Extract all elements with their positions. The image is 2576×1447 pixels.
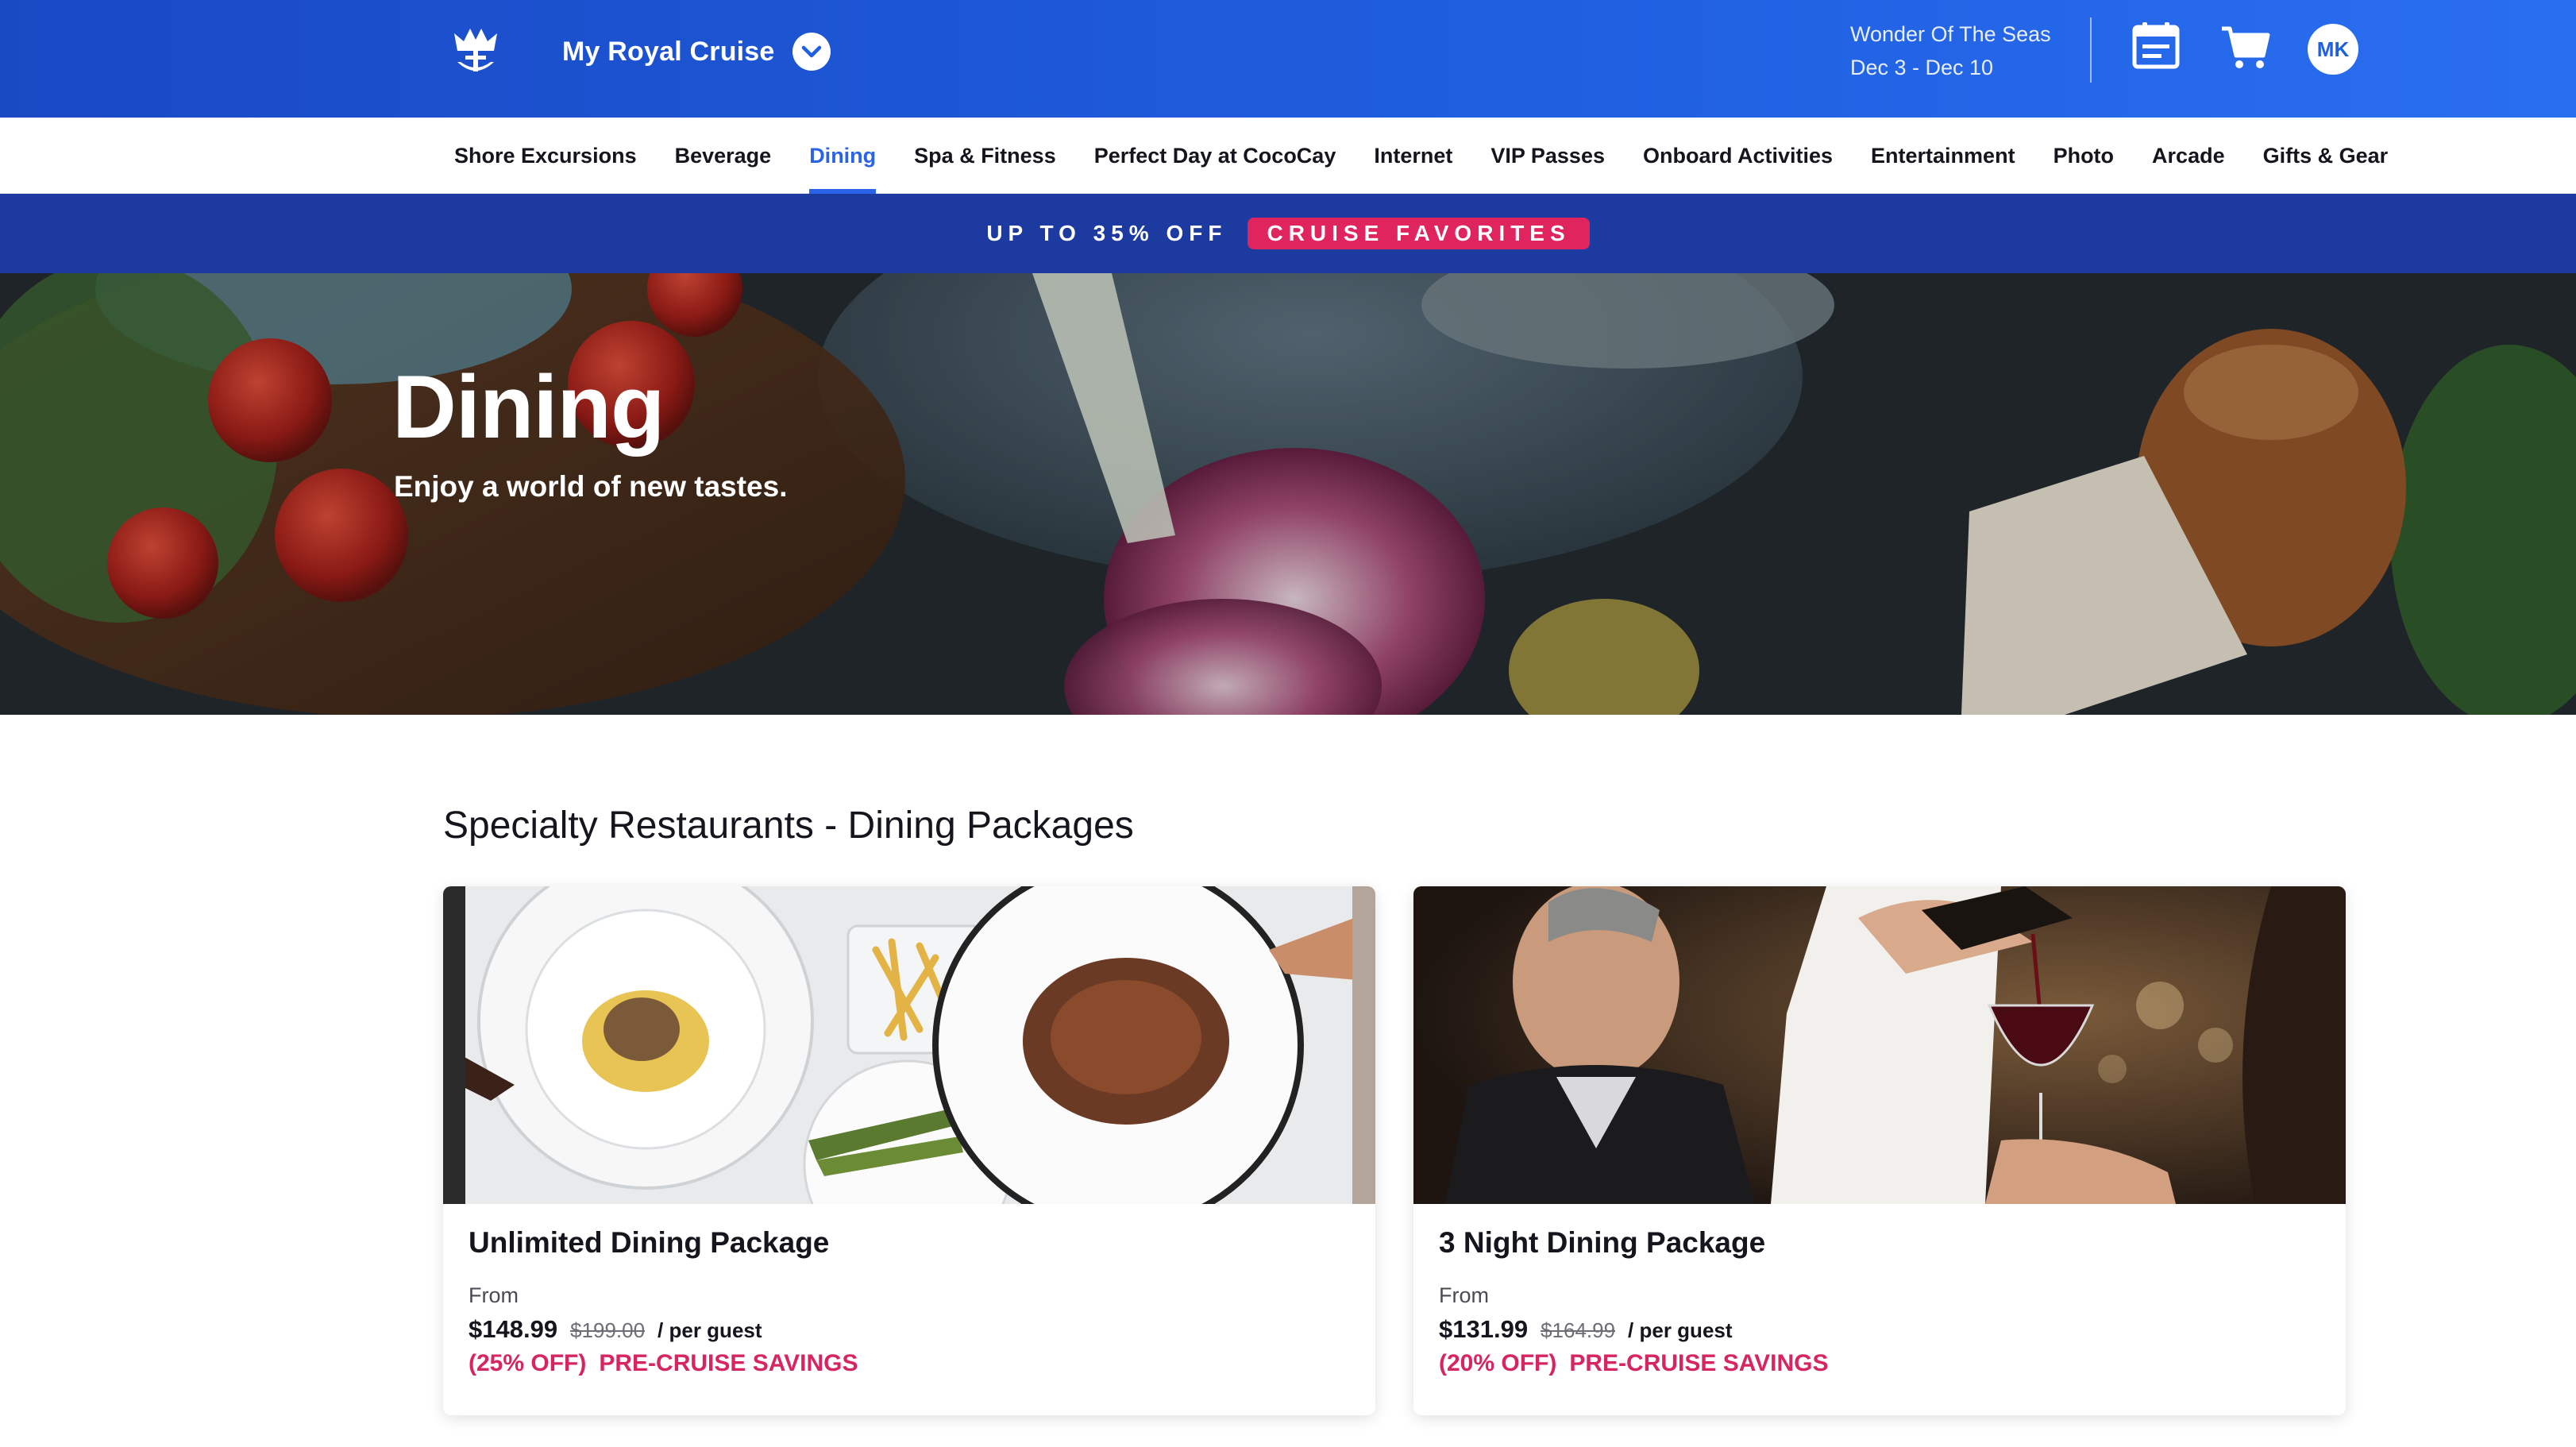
hero-title: Dining <box>392 357 665 457</box>
nav-gifts-gear[interactable]: Gifts & Gear <box>2263 118 2389 194</box>
user-avatar[interactable]: MK <box>2308 24 2358 75</box>
sail-dates: Dec 3 - Dec 10 <box>1850 56 1994 79</box>
cart-icon[interactable] <box>2220 24 2271 71</box>
from-label: From <box>469 1283 519 1307</box>
per-guest-label: / per guest <box>1628 1318 1733 1342</box>
hero-subtitle: Enjoy a world of new tastes. <box>394 470 788 503</box>
chevron-down-icon[interactable] <box>792 33 831 71</box>
discount-percent: (25% OFF) <box>469 1350 587 1376</box>
nav-perfect-day-cococay[interactable]: Perfect Day at CocoCay <box>1094 118 1336 194</box>
hero-food-image <box>0 273 2576 715</box>
category-nav: Shore Excursions Beverage Dining Spa & F… <box>0 118 2576 194</box>
card-title: Unlimited Dining Package <box>469 1226 830 1259</box>
price-row: $131.99 $164.99 / per guest <box>1439 1315 1733 1344</box>
original-price: $164.99 <box>1541 1318 1616 1342</box>
top-header: My Royal Cruise Wonder Of The Seas Dec 3… <box>0 0 2576 118</box>
nav-dining[interactable]: Dining <box>809 118 876 194</box>
nav-entertainment[interactable]: Entertainment <box>1871 118 2015 194</box>
steak-dinner-image <box>443 886 1375 1204</box>
nav-photo[interactable]: Photo <box>2053 118 2114 194</box>
promo-badge: CRUISE FAVORITES <box>1248 218 1590 249</box>
package-card-3-night[interactable]: 3 Night Dining Package From $131.99 $164… <box>1413 886 2346 1415</box>
savings-row: (20% OFF) PRE-CRUISE SAVINGS <box>1439 1350 1829 1377</box>
nav-onboard-activities[interactable]: Onboard Activities <box>1643 118 1833 194</box>
nav-internet[interactable]: Internet <box>1374 118 1452 194</box>
promo-banner[interactable]: UP TO 35% OFF CRUISE FAVORITES <box>0 194 2576 273</box>
brand-title: My Royal Cruise <box>562 36 775 67</box>
from-label: From <box>1439 1283 1489 1307</box>
per-guest-label: / per guest <box>657 1318 762 1342</box>
hero-banner: Dining Enjoy a world of new tastes. <box>0 273 2576 715</box>
package-card-unlimited[interactable]: Unlimited Dining Package From $148.99 $1… <box>443 886 1375 1415</box>
calendar-icon[interactable] <box>2131 21 2181 70</box>
ship-name: Wonder Of The Seas <box>1850 22 2051 46</box>
nav-shore-excursions[interactable]: Shore Excursions <box>454 118 637 194</box>
cruise-selector[interactable]: My Royal Cruise <box>562 32 831 71</box>
section-title: Specialty Restaurants - Dining Packages <box>443 805 1134 847</box>
current-price: $131.99 <box>1439 1315 1529 1343</box>
nav-vip-passes[interactable]: VIP Passes <box>1490 118 1605 194</box>
wine-pour-image <box>1413 886 2346 1204</box>
sailing-info: Wonder Of The Seas Dec 3 - Dec 10 <box>1850 17 2051 84</box>
nav-arcade[interactable]: Arcade <box>2152 118 2225 194</box>
header-divider <box>2090 17 2092 83</box>
crown-anchor-logo-icon[interactable] <box>449 22 502 78</box>
price-row: $148.99 $199.00 / per guest <box>469 1315 762 1344</box>
original-price: $199.00 <box>570 1318 646 1342</box>
current-price: $148.99 <box>469 1315 558 1343</box>
promo-text: UP TO 35% OFF <box>986 221 1228 245</box>
discount-percent: (20% OFF) <box>1439 1350 1557 1376</box>
savings-label: PRE-CRUISE SAVINGS <box>599 1350 858 1376</box>
savings-row: (25% OFF) PRE-CRUISE SAVINGS <box>469 1350 858 1377</box>
savings-label: PRE-CRUISE SAVINGS <box>1569 1350 1829 1376</box>
nav-beverage[interactable]: Beverage <box>675 118 772 194</box>
nav-spa-fitness[interactable]: Spa & Fitness <box>914 118 1056 194</box>
card-title: 3 Night Dining Package <box>1439 1226 1766 1259</box>
